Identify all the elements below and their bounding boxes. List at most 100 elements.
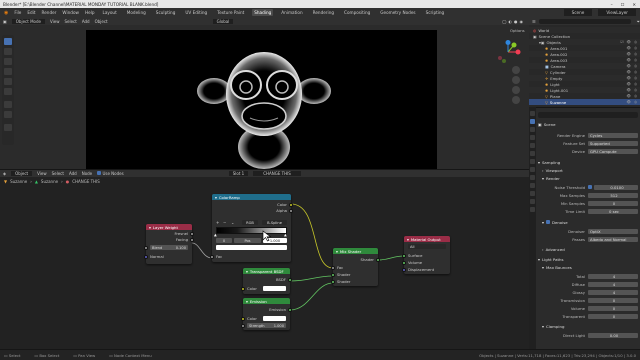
menu-file[interactable]: File <box>14 10 21 15</box>
constraints-tab-icon[interactable] <box>530 191 535 196</box>
interpolation-dropdown[interactable]: B-Spline <box>262 220 287 225</box>
add-stop-button[interactable]: + <box>216 220 219 225</box>
physics-tab-icon[interactable] <box>530 183 535 188</box>
render-tab-icon[interactable] <box>530 119 535 124</box>
editor-type-icon[interactable]: ▣ <box>3 19 7 24</box>
socket-icon[interactable] <box>241 323 245 328</box>
stop-color-swatch[interactable] <box>216 245 287 250</box>
node-editor-type-icon[interactable]: ◈ <box>3 171 6 176</box>
orientation-dropdown[interactable]: Global <box>212 18 234 24</box>
annotate-tool-icon[interactable] <box>4 101 12 108</box>
menu-window[interactable]: Window <box>62 10 79 15</box>
strength-field[interactable]: Strength 1.000 <box>247 323 286 328</box>
viewport-menu-object[interactable]: Object <box>95 19 108 24</box>
min-samples-field[interactable]: 0 <box>588 200 638 206</box>
node-material-output[interactable]: ▾ Material Output All Surface Volume Disp… <box>402 236 450 274</box>
node-menu-view[interactable]: View <box>37 171 47 176</box>
outliner-type-icon[interactable]: ☰ <box>532 19 536 24</box>
menu-edit[interactable]: Edit <box>27 10 35 15</box>
denoiser-dropdown[interactable]: OptiX <box>588 228 638 234</box>
rotate-tool-icon[interactable] <box>4 68 12 75</box>
node-menu-select[interactable]: Select <box>52 171 64 176</box>
passes-dropdown[interactable]: Albedo and Normal <box>588 236 638 242</box>
tab-compositing[interactable]: Compositing <box>342 9 372 16</box>
scene-tab-icon[interactable] <box>530 143 535 148</box>
breadcrumb-mesh[interactable]: Suzanne <box>41 179 58 184</box>
move-tool-icon[interactable] <box>4 58 12 65</box>
tab-sculpting[interactable]: Sculpting <box>154 9 178 16</box>
diffuse-field[interactable]: 4 <box>588 281 638 287</box>
menu-render[interactable]: Render <box>42 10 57 15</box>
measure-tool-icon[interactable] <box>4 111 12 118</box>
node-transparent-bsdf[interactable]: ▾ Transparent BSDF BSDF Color <box>241 268 292 294</box>
section-light-paths[interactable]: ▾ Light Paths <box>538 256 638 262</box>
stop-index-field[interactable]: 0 <box>216 238 232 243</box>
emission-color-swatch[interactable] <box>263 316 286 321</box>
tool-tab-icon[interactable] <box>530 111 535 116</box>
socket-icon[interactable] <box>402 253 406 258</box>
material-name-field[interactable]: CHANGE THIS <box>253 171 301 176</box>
direct-light-field[interactable]: 0.00 <box>588 332 638 338</box>
socket-icon[interactable] <box>331 272 335 277</box>
tab-shading[interactable]: Shading <box>252 9 274 16</box>
blend-field[interactable]: Blend 0.100 <box>150 245 188 250</box>
section-sampling[interactable]: ▾ Sampling <box>538 159 638 165</box>
glossy-field[interactable]: 4 <box>588 289 638 295</box>
tab-rendering[interactable]: Rendering <box>311 9 336 16</box>
slot-dropdown[interactable]: Slot 1 <box>228 171 249 176</box>
cursor-tool-icon[interactable] <box>4 48 12 55</box>
blender-logo-icon[interactable]: ◉ <box>4 10 8 16</box>
tab-modeling[interactable]: Modeling <box>125 9 148 16</box>
socket-icon[interactable] <box>241 316 245 321</box>
options-button[interactable]: Options <box>510 28 525 33</box>
shading-modes[interactable]: ◯◐●◉ <box>502 19 525 24</box>
total-field[interactable]: 4 <box>588 273 638 279</box>
collapse-arrow-icon[interactable]: ▾ <box>246 299 248 304</box>
node-layer-weight[interactable]: ▾ Layer Weight Fresnel Facing Blend 0.100 … <box>144 224 194 264</box>
socket-icon[interactable] <box>331 279 335 284</box>
max-samples-field[interactable]: 512 <box>588 192 638 198</box>
use-nodes-checkbox[interactable]: Use Nodes <box>97 171 124 176</box>
socket-icon[interactable] <box>402 260 406 265</box>
volume-field[interactable]: 0 <box>588 305 638 311</box>
select-tool-icon[interactable] <box>4 38 12 45</box>
transform-tool-icon[interactable] <box>4 88 12 95</box>
tab-animation[interactable]: Animation <box>279 9 304 16</box>
socket-icon[interactable] <box>289 208 293 213</box>
menu-help[interactable]: Help <box>85 10 95 15</box>
ramp-stop-white[interactable]: ▲ <box>284 233 287 237</box>
socket-icon[interactable] <box>376 257 380 262</box>
viewlayer-selector[interactable]: ViewLayer <box>598 9 636 16</box>
world-tab-icon[interactable] <box>530 151 535 156</box>
tab-scripting[interactable]: Scripting <box>424 9 447 16</box>
output-target-dropdown[interactable]: All <box>408 244 446 249</box>
collapse-arrow-icon[interactable]: ▾ <box>336 249 338 254</box>
section-render[interactable]: ▾ Render <box>542 175 640 181</box>
node-mix-shader[interactable]: ▾ Mix Shader Shader Fac Shader Shader <box>331 248 380 286</box>
transmission-field[interactable]: 0 <box>588 297 638 303</box>
maximize-icon[interactable]: ☐ <box>621 2 625 7</box>
feature-set-dropdown[interactable]: Supported <box>588 140 638 146</box>
scene-selector[interactable]: Scene <box>563 9 593 16</box>
object-mode-dropdown[interactable]: Object Mode <box>11 18 45 24</box>
socket-icon[interactable] <box>288 277 292 282</box>
collapse-arrow-icon[interactable]: ▾ <box>215 195 217 200</box>
viewport-menu-view[interactable]: View <box>50 19 60 24</box>
outliner-search-input[interactable] <box>538 18 631 24</box>
add-cube-tool-icon[interactable] <box>4 124 12 131</box>
socket-icon[interactable] <box>331 265 335 270</box>
viewport-menu-select[interactable]: Select <box>64 19 76 24</box>
node-emission[interactable]: ▾ Emission Emission Color Strength 1.000 <box>241 298 292 330</box>
socket-icon[interactable] <box>241 286 245 291</box>
output-tab-icon[interactable] <box>530 127 535 132</box>
section-max-bounces[interactable]: ▾ Max Bounces <box>542 264 640 270</box>
socket-icon[interactable] <box>144 245 148 250</box>
socket-icon[interactable] <box>289 202 293 207</box>
socket-icon[interactable] <box>210 254 214 259</box>
shader-type-dropdown[interactable]: Object <box>11 171 33 176</box>
data-tab-icon[interactable] <box>530 199 535 204</box>
viewport-menu-add[interactable]: Add <box>82 19 90 24</box>
tab-geometry-nodes[interactable]: Geometry Nodes <box>378 9 417 16</box>
color-ramp-gradient[interactable] <box>216 227 287 234</box>
material-tab-icon[interactable] <box>530 207 535 212</box>
